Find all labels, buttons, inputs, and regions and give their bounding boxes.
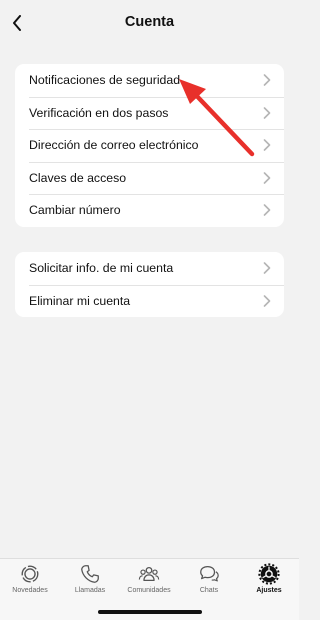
chevron-right-icon	[263, 74, 271, 87]
tab-chats[interactable]: Chats	[179, 563, 239, 599]
list-item-label: Solicitar info. de mi cuenta	[29, 261, 174, 276]
tab-bar: Novedades Llamadas Comunidades Chats Aju…	[0, 558, 299, 620]
change-number-item[interactable]: Cambiar número	[15, 194, 284, 227]
tab-llamadas[interactable]: Llamadas	[60, 563, 120, 599]
account-options-group: Notificaciones de seguridad Verificación…	[15, 64, 284, 227]
list-item-label: Verificación en dos pasos	[29, 105, 169, 120]
page-title: Cuenta	[124, 14, 175, 30]
chat-bubbles-icon	[200, 566, 219, 582]
passkeys-item[interactable]: Claves de acceso	[15, 161, 284, 195]
tab-label: Comunidades	[127, 587, 171, 594]
header: Cuenta	[0, 0, 299, 46]
chevron-right-icon	[263, 204, 271, 217]
delete-account-item[interactable]: Eliminar mi cuenta	[15, 284, 284, 318]
chevron-right-icon	[263, 262, 271, 275]
tab-label: Novedades	[12, 587, 48, 594]
email-address-item[interactable]: Dirección de correo electrónico	[15, 129, 284, 162]
list-item-label: Claves de acceso	[29, 170, 127, 185]
tab-label: Llamadas	[74, 587, 106, 594]
security-notifications-item[interactable]: Notificaciones de seguridad	[15, 64, 284, 97]
phone-icon	[81, 565, 99, 583]
status-icon	[21, 565, 39, 583]
gear-icon	[258, 563, 280, 585]
tab-label: Chats	[199, 587, 219, 594]
people-icon	[138, 566, 160, 582]
chevron-right-icon	[263, 106, 271, 119]
tab-comunidades[interactable]: Comunidades	[119, 563, 179, 599]
list-item-label: Notificaciones de seguridad	[29, 73, 181, 88]
chevron-right-icon	[263, 139, 271, 152]
list-item-label: Cambiar número	[29, 203, 121, 218]
chevron-right-icon	[263, 294, 271, 307]
tab-label: Ajustes	[256, 587, 282, 594]
request-account-info-item[interactable]: Solicitar info. de mi cuenta	[15, 252, 284, 285]
account-settings-screen: Cuenta Notificaciones de seguridad Verif…	[0, 0, 299, 620]
chevron-right-icon	[263, 171, 271, 184]
two-step-verification-item[interactable]: Verificación en dos pasos	[15, 96, 284, 130]
list-item-label: Dirección de correo electrónico	[29, 138, 199, 153]
account-data-group: Solicitar info. de mi cuenta Eliminar mi…	[15, 252, 284, 317]
tab-ajustes[interactable]: Ajustes	[239, 563, 299, 599]
list-item-label: Eliminar mi cuenta	[29, 293, 131, 308]
tab-novedades[interactable]: Novedades	[0, 563, 60, 599]
home-indicator	[98, 610, 202, 614]
